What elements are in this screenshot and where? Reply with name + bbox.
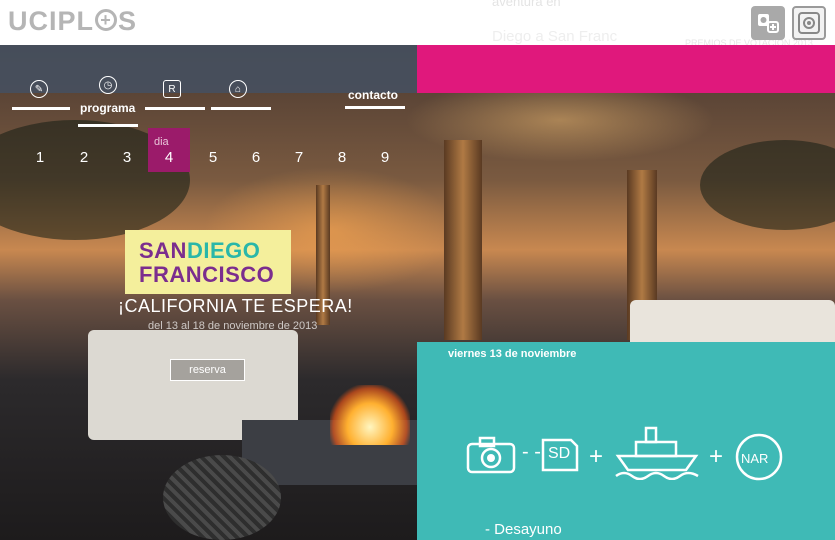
day-2[interactable]: 2 <box>73 149 95 166</box>
plus-sign: + <box>589 443 604 470</box>
day-3[interactable]: 3 <box>116 149 138 166</box>
ship-icon <box>615 426 699 480</box>
pen-icon[interactable]: ✎ <box>30 80 48 98</box>
activity-item: - Desayuno <box>485 521 562 538</box>
nav-band <box>0 45 417 93</box>
sd-label: SD <box>548 445 571 462</box>
hero-tagline: ¡CALIFORNIA TE ESPERA! <box>118 296 353 316</box>
accent-band <box>417 45 835 93</box>
nav-item-underline <box>145 107 205 110</box>
day-6[interactable]: 6 <box>245 149 267 166</box>
top-bar: UCIPL + S aventura en Diego a San Franc PR… <box>0 0 835 48</box>
logo-text-end: S <box>118 6 138 36</box>
user-plus-icon <box>758 14 779 33</box>
day-selected[interactable]: dia 4 <box>148 128 190 172</box>
nar-label: NAR <box>741 451 769 466</box>
hero-dates: del 13 al 18 de noviembre de 2013 <box>148 320 318 332</box>
day-9[interactable]: 9 <box>374 149 396 166</box>
clock-icon[interactable]: ◷ <box>99 76 117 94</box>
nav-item-underline <box>78 124 138 127</box>
title-san: SAN <box>139 238 187 263</box>
day-label: dia <box>154 136 169 148</box>
title-diego: DIEGO <box>186 238 261 263</box>
reserve-button[interactable]: reserva <box>170 359 245 381</box>
plus-sign: + <box>709 443 724 470</box>
day-8[interactable]: 8 <box>331 149 353 166</box>
logo-plus-icon: + <box>95 9 117 31</box>
destination-title-line2: FRANCISCO <box>139 262 275 287</box>
nav-item-underline <box>211 107 271 110</box>
day-7[interactable]: 7 <box>288 149 310 166</box>
fire-pit <box>330 385 410 445</box>
woven-stool <box>163 455 281 540</box>
nav-item-programa[interactable]: programa <box>80 101 135 115</box>
home-icon[interactable]: ⌂ <box>229 80 247 98</box>
settings-icon <box>798 12 820 34</box>
nav-item-underline <box>345 106 405 109</box>
ghost-subheading: Diego a San Franc <box>492 28 618 45</box>
ghost-heading: aventura en <box>492 0 561 9</box>
day-selected-number: 4 <box>164 149 174 166</box>
camera-icon <box>466 436 516 474</box>
logo-r-icon[interactable]: R <box>163 80 181 98</box>
nav-item-underline <box>12 107 70 110</box>
settings-button[interactable] <box>792 6 826 40</box>
destination-title-line1: SANDIEGO <box>139 238 260 264</box>
wood-pillar <box>444 140 482 340</box>
day-detail-date: viernes 13 de noviembre <box>448 348 577 360</box>
logo-text: UCIPL <box>8 6 94 36</box>
day-5[interactable]: 5 <box>202 149 224 166</box>
connector-dashes: - - <box>522 441 541 463</box>
day-1[interactable]: 1 <box>29 149 51 166</box>
brand-logo[interactable]: UCIPL + S <box>8 6 137 37</box>
user-plus-button[interactable] <box>751 6 785 40</box>
nav-item-contacto[interactable]: contacto <box>348 88 398 102</box>
destination-card: SANDIEGO FRANCISCO <box>125 230 291 294</box>
